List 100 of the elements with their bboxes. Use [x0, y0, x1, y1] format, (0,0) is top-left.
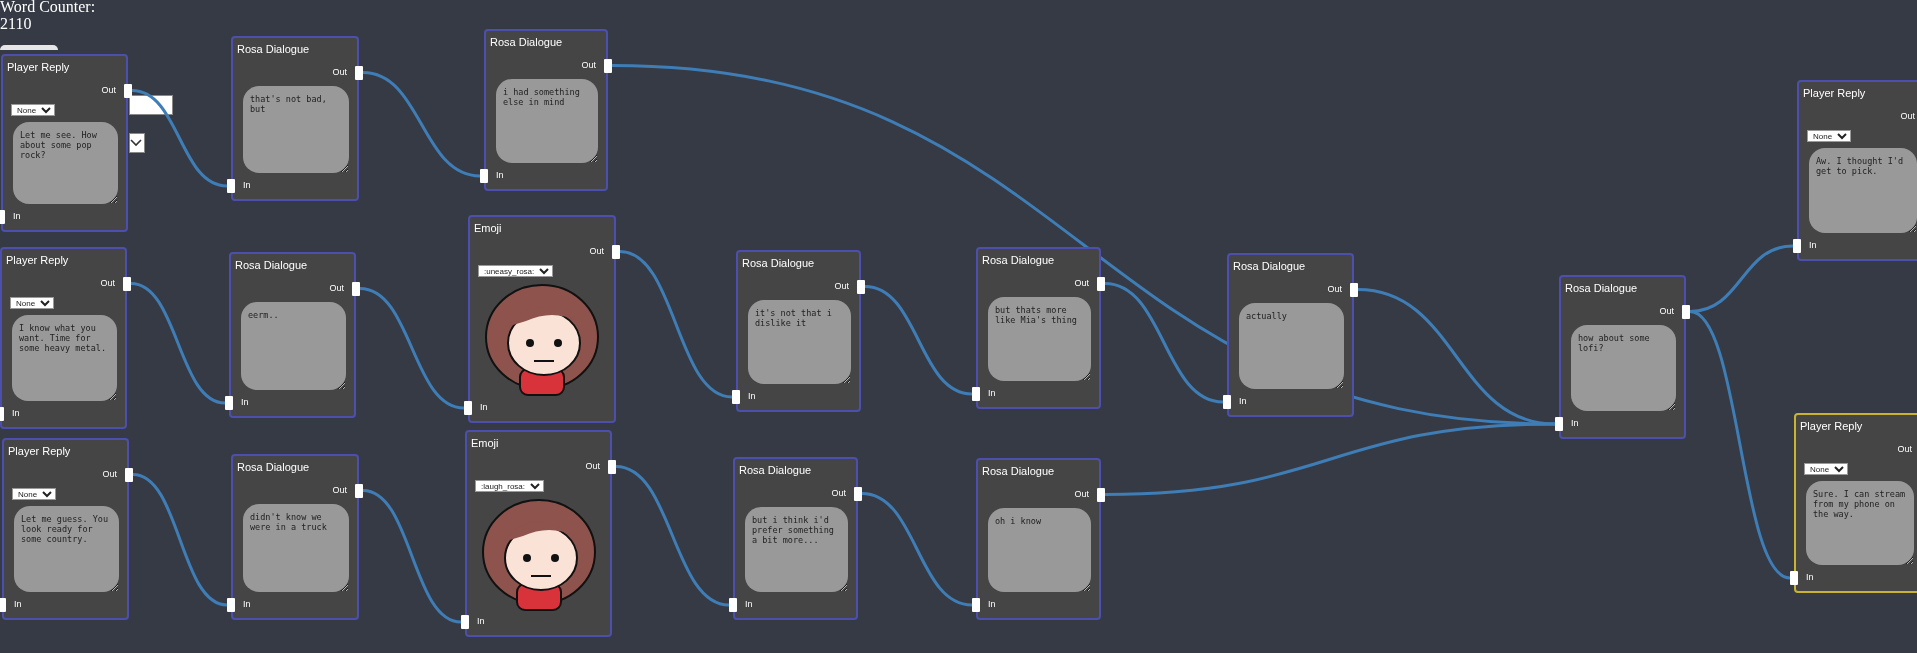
dropdown[interactable]: None: [11, 103, 55, 116]
port-label: Out: [1074, 487, 1089, 501]
port-label: In: [13, 210, 21, 224]
input-port-handle[interactable]: [0, 598, 6, 612]
text-field[interactable]: Sure. I can stream from my phone on the way.: [1806, 480, 1914, 565]
port-label: In: [241, 396, 249, 410]
port-label: In: [1239, 395, 1247, 409]
output-port-handle[interactable]: [854, 486, 862, 501]
port-label: Out: [589, 244, 604, 258]
dropdown[interactable]: :laugh_rosa:: [475, 479, 544, 492]
port-label: In: [988, 598, 996, 612]
port-label: In: [12, 407, 20, 421]
text-field[interactable]: but thats more like Mia's thing: [988, 296, 1091, 381]
text-field[interactable]: but i think i'd prefer something a bit more...: [745, 506, 848, 592]
node-title: Rosa Dialogue: [236, 42, 311, 57]
output-port-handle[interactable]: [123, 276, 131, 291]
node-title: Rosa Dialogue: [741, 256, 816, 271]
dropdown[interactable]: None: [1807, 129, 1851, 142]
port-label: In: [243, 598, 251, 612]
port-label: In: [745, 598, 753, 612]
port-label: In: [1809, 239, 1817, 253]
port-label: Out: [332, 65, 347, 79]
output-port-handle[interactable]: [352, 281, 360, 296]
node-title: Rosa Dialogue: [981, 253, 1056, 268]
text-field[interactable]: didn't know we were in a truck: [243, 503, 349, 592]
port-label: In: [1571, 417, 1579, 431]
input-port-handle[interactable]: [1790, 571, 1798, 585]
node-title: Emoji: [470, 436, 500, 451]
port-label: In: [480, 401, 488, 415]
port-label: In: [988, 387, 996, 401]
output-port-handle[interactable]: [608, 459, 616, 474]
port-label: Out: [1897, 442, 1912, 456]
text-field[interactable]: it's not that i dislike it: [748, 299, 851, 384]
output-port-handle[interactable]: [355, 483, 363, 498]
input-port-handle[interactable]: [1555, 417, 1563, 431]
text-field[interactable]: oh i know: [988, 507, 1091, 592]
output-port-handle[interactable]: [1682, 304, 1690, 319]
text-field[interactable]: Aw. I thought I'd get to pick.: [1809, 147, 1917, 233]
word-count: 2110: [0, 15, 32, 32]
node-title: Player Reply: [1799, 419, 1864, 434]
input-port-handle[interactable]: [972, 387, 980, 401]
input-port-handle[interactable]: [972, 598, 980, 612]
input-port-handle[interactable]: [464, 401, 472, 415]
node-title: Emoji: [473, 221, 503, 236]
chevron-down-icon: [130, 139, 142, 147]
port-label: In: [1806, 571, 1814, 585]
output-port-handle[interactable]: [125, 467, 133, 482]
output-port-handle[interactable]: [1097, 276, 1105, 291]
port-label: Out: [100, 276, 115, 290]
port-label: Out: [329, 281, 344, 295]
dropdown[interactable]: None: [1804, 462, 1848, 475]
input-port-handle[interactable]: [729, 598, 737, 612]
input-port-handle[interactable]: [227, 179, 235, 193]
input-port-handle[interactable]: [732, 390, 740, 404]
input-port-handle[interactable]: [480, 169, 488, 183]
text-field[interactable]: Let me see. How about some pop rock?: [13, 121, 118, 204]
input-port-handle[interactable]: [1223, 395, 1231, 409]
text-field[interactable]: eerm..: [241, 301, 346, 390]
toggle-switch[interactable]: [0, 45, 58, 50]
input-port-handle[interactable]: [1793, 239, 1801, 253]
node-title: Rosa Dialogue: [234, 258, 309, 273]
text-field[interactable]: Let me guess. You look ready for some country.: [14, 505, 119, 592]
port-label: Out: [834, 279, 849, 293]
text-field[interactable]: I know what you want. Time for some heavy metal.: [12, 314, 117, 401]
output-port-handle[interactable]: [355, 65, 363, 80]
node-title: Player Reply: [5, 253, 70, 268]
text-field[interactable]: that's not bad, but: [243, 85, 349, 173]
node-title: Player Reply: [1802, 86, 1867, 101]
dropdown[interactable]: None: [12, 487, 56, 500]
port-label: Out: [101, 83, 116, 97]
port-label: In: [748, 390, 756, 404]
port-label: Out: [585, 459, 600, 473]
port-label: Out: [1074, 276, 1089, 290]
input-port-handle[interactable]: [225, 396, 233, 410]
input-port-handle[interactable]: [227, 598, 235, 612]
dropdown[interactable]: :uneasy_rosa:: [478, 264, 553, 277]
output-port-handle[interactable]: [857, 279, 865, 294]
port-label: Out: [1327, 282, 1342, 296]
node-title: Player Reply: [6, 60, 71, 75]
output-port-handle[interactable]: [124, 83, 132, 98]
input-port-handle[interactable]: [461, 615, 469, 629]
text-field[interactable]: how about some lofi?: [1571, 324, 1676, 411]
output-port-handle[interactable]: [1350, 282, 1358, 297]
node-title: Player Reply: [7, 444, 72, 459]
port-label: Out: [1659, 304, 1674, 318]
port-label: Out: [102, 467, 117, 481]
port-label: Out: [1900, 109, 1915, 123]
word-counter-label: Word Counter:: [0, 0, 96, 15]
port-label: Out: [831, 486, 846, 500]
output-port-handle[interactable]: [1097, 487, 1105, 502]
node-title: Rosa Dialogue: [1232, 259, 1307, 274]
port-label: In: [14, 598, 22, 612]
node-title: Rosa Dialogue: [489, 35, 564, 50]
output-port-handle[interactable]: [604, 58, 612, 73]
dropdown-field[interactable]: [129, 133, 145, 153]
text-field[interactable]: i had something else in mind: [496, 78, 598, 163]
text-field[interactable]: actually: [1239, 302, 1344, 389]
output-port-handle[interactable]: [612, 244, 620, 259]
node-title: Rosa Dialogue: [738, 463, 813, 478]
dropdown[interactable]: None: [10, 296, 54, 309]
